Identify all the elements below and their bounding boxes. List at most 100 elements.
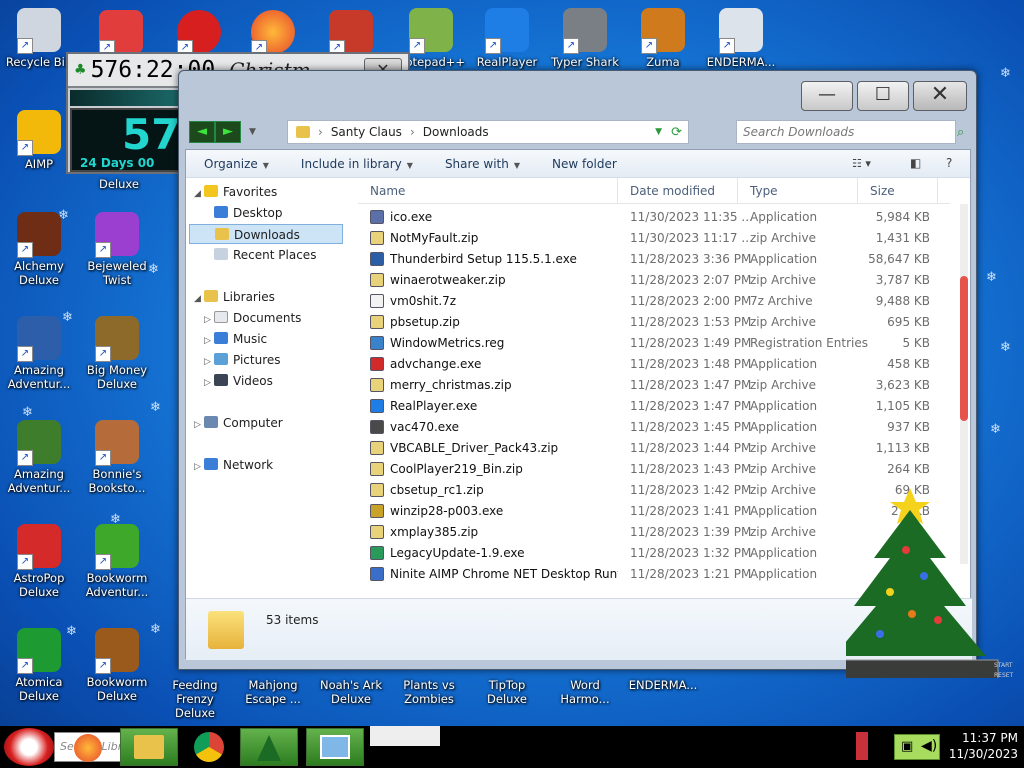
desktop-icon-top-partial[interactable] bbox=[162, 10, 236, 57]
search-icon[interactable]: ⌕ bbox=[957, 125, 964, 140]
nav-downloads[interactable]: Downloads bbox=[189, 224, 343, 244]
nav-desktop[interactable]: Desktop bbox=[214, 203, 283, 223]
file-name: winaerotweaker.zip bbox=[390, 272, 506, 287]
preview-pane-icon[interactable]: ◧ bbox=[910, 156, 921, 170]
file-row[interactable]: winaerotweaker.zip 11/28/2023 2:07 PM zip … bbox=[358, 269, 950, 290]
tree-start-label[interactable]: START bbox=[994, 662, 1013, 669]
desktop-icon[interactable]: Recycle Bin bbox=[2, 8, 76, 69]
back-button[interactable]: ◄ bbox=[189, 121, 215, 143]
desktop-icon[interactable]: ENDERMA... bbox=[704, 8, 778, 69]
desktop-icon-label: ENDERMA... bbox=[706, 55, 776, 69]
organize-button[interactable]: Organize ▼ bbox=[204, 157, 269, 171]
taskbar-clock[interactable]: 11:37 PM 11/30/2023 bbox=[949, 730, 1018, 762]
desktop-icon-feeding-frenzy[interactable]: Feeding Frenzy Deluxe bbox=[156, 678, 234, 720]
nav-music[interactable]: ▷ Music bbox=[204, 329, 267, 349]
forward-button[interactable]: ► bbox=[215, 121, 241, 143]
breadcrumb-user[interactable]: Santy Claus bbox=[331, 125, 402, 139]
taskbar-picture-button[interactable] bbox=[306, 728, 364, 766]
nav-documents[interactable]: ▷ Documents bbox=[204, 308, 301, 328]
file-row[interactable]: VBCABLE_Driver_Pack43.zip 11/28/2023 1:44… bbox=[358, 437, 950, 458]
file-row[interactable]: merry_christmas.zip 11/28/2023 1:47 PM zip… bbox=[358, 374, 950, 395]
file-icon bbox=[370, 524, 384, 539]
file-row[interactable]: advchange.exe 11/28/2023 1:48 PM Applicati… bbox=[358, 353, 950, 374]
file-row[interactable]: vac470.exe 11/28/2023 1:45 PM Application 9… bbox=[358, 416, 950, 437]
maximize-button[interactable]: ☐ bbox=[857, 81, 909, 111]
column-name[interactable]: Name bbox=[358, 178, 618, 203]
file-name: netver.zip bbox=[390, 588, 449, 589]
start-button[interactable] bbox=[4, 728, 54, 766]
desktop-icon[interactable]: Atomica Deluxe bbox=[2, 628, 76, 703]
taskbar-blank-button[interactable] bbox=[370, 726, 440, 746]
desktop-icon-top-partial[interactable] bbox=[314, 10, 388, 57]
share-with-button[interactable]: Share with ▼ bbox=[445, 157, 520, 171]
minimize-button[interactable]: — bbox=[801, 81, 853, 111]
include-in-library-button[interactable]: Include in library ▼ bbox=[301, 157, 413, 171]
desktop-icon[interactable]: Amazing Adventur... bbox=[2, 316, 76, 391]
desktop-icon[interactable]: Alchemy Deluxe bbox=[2, 212, 76, 287]
nav-recent-places[interactable]: Recent Places bbox=[214, 245, 316, 265]
taskbar-explorer-button[interactable] bbox=[120, 728, 178, 766]
desktop-icon-word-harmony[interactable]: Word Harmo... bbox=[546, 678, 624, 706]
column-size[interactable]: Size bbox=[858, 178, 938, 203]
volume-icon[interactable]: ◀) bbox=[921, 738, 937, 754]
desktop-icon[interactable]: Bonnie's Booksto... bbox=[80, 420, 154, 495]
close-button[interactable]: ✕ bbox=[913, 81, 967, 111]
desktop-icon-mahjong-escape[interactable]: Mahjong Escape ... bbox=[234, 678, 312, 706]
refresh-icon[interactable]: ⟳ bbox=[671, 125, 682, 140]
file-name: CoolPlayer219_Bin.zip bbox=[390, 461, 523, 476]
desktop-icon-top-partial[interactable] bbox=[84, 10, 158, 57]
search-input[interactable]: Search Downloads bbox=[736, 120, 956, 144]
nav-videos[interactable]: ▷ Videos bbox=[204, 371, 273, 391]
column-date-modified[interactable]: Date modified bbox=[618, 178, 738, 203]
file-date: 11/28/2023 1:47 PM bbox=[630, 398, 752, 413]
file-row[interactable]: NotMyFault.zip 11/30/2023 11:17 ... zip Ar… bbox=[358, 227, 950, 248]
system-tray[interactable]: ▣ ◀) bbox=[894, 734, 940, 760]
firefox-icon[interactable] bbox=[74, 734, 102, 762]
file-type: zip Archive bbox=[750, 524, 816, 539]
desktop-icon[interactable]: Big Money Deluxe bbox=[80, 316, 154, 391]
christmas-tree-widget[interactable]: START RESET bbox=[821, 488, 1013, 685]
column-type[interactable]: Type bbox=[738, 178, 858, 203]
file-name: cbsetup_rc1.zip bbox=[390, 482, 484, 497]
nav-libraries[interactable]: ◢ Libraries bbox=[194, 287, 275, 307]
desktop-icon[interactable]: Amazing Adventur... bbox=[2, 420, 76, 495]
desktop-icon-plants-vs-zombies[interactable]: Plants vs Zombies bbox=[390, 678, 468, 706]
desktop-icon-tiptop[interactable]: TipTop Deluxe bbox=[468, 678, 546, 706]
nav-favorites[interactable]: ◢ Favorites bbox=[194, 182, 277, 202]
recent-pages-dropdown-icon[interactable]: ▼ bbox=[249, 127, 256, 137]
breadcrumb-downloads[interactable]: Downloads bbox=[423, 125, 489, 139]
taskbar-tree-button[interactable] bbox=[240, 728, 298, 766]
file-name: NotMyFault.zip bbox=[390, 230, 479, 245]
file-row[interactable]: pbsetup.zip 11/28/2023 1:53 PM zip Archive… bbox=[358, 311, 950, 332]
chrome-icon[interactable] bbox=[194, 732, 224, 762]
view-options-icon[interactable]: ☷ ▾ bbox=[852, 157, 871, 170]
nav-network[interactable]: ▷ Network bbox=[194, 455, 273, 475]
file-row[interactable]: WindowMetrics.reg 11/28/2023 1:49 PM Regis… bbox=[358, 332, 950, 353]
new-folder-button[interactable]: New folder bbox=[552, 157, 617, 171]
nav-pictures[interactable]: ▷ Pictures bbox=[204, 350, 281, 370]
file-row[interactable]: Thunderbird Setup 115.5.1.exe 11/28/2023 … bbox=[358, 248, 950, 269]
desktop-icon-enderman-bottom[interactable]: ENDERMA... bbox=[624, 678, 702, 692]
file-row[interactable]: vm0shit.7z 11/28/2023 2:00 PM 7z Archive 9,… bbox=[358, 290, 950, 311]
desktop-icon[interactable]: Bookworm Adventur... bbox=[80, 524, 154, 599]
recent-places-icon bbox=[214, 248, 228, 260]
file-row[interactable]: CoolPlayer219_Bin.zip 11/28/2023 1:43 PM z… bbox=[358, 458, 950, 479]
address-bar[interactable]: › Santy Claus › Downloads ▼ ⟳ bbox=[287, 120, 689, 144]
desktop-icon[interactable]: Typer Shark bbox=[548, 8, 622, 69]
file-row[interactable]: RealPlayer.exe 11/28/2023 1:47 PM Applicat… bbox=[358, 395, 950, 416]
desktop-icon[interactable]: RealPlayer bbox=[470, 8, 544, 69]
nav-computer[interactable]: ▷ Computer bbox=[194, 413, 283, 433]
address-dropdown-icon[interactable]: ▼ bbox=[655, 127, 662, 137]
tree-reset-label[interactable]: RESET bbox=[994, 672, 1013, 679]
desktop-icon[interactable]: AIMP bbox=[2, 110, 76, 171]
file-row[interactable]: ico.exe 11/30/2023 11:35 ... Application 5,… bbox=[358, 206, 950, 227]
scrollbar-thumb[interactable] bbox=[960, 276, 968, 421]
desktop-icon[interactable]: Bookworm Deluxe bbox=[80, 628, 154, 703]
desktop-icon[interactable]: AstroPop Deluxe bbox=[2, 524, 76, 599]
desktop-icon-top-partial[interactable] bbox=[236, 10, 310, 57]
desktop-icon[interactable]: Bejeweled Twist bbox=[80, 212, 154, 287]
desktop-icon-noahs-ark[interactable]: Noah's Ark Deluxe bbox=[312, 678, 390, 706]
help-icon[interactable]: ? bbox=[946, 156, 952, 170]
network-tray-icon[interactable]: ▣ bbox=[901, 739, 913, 754]
file-type: zip Archive bbox=[750, 482, 816, 497]
